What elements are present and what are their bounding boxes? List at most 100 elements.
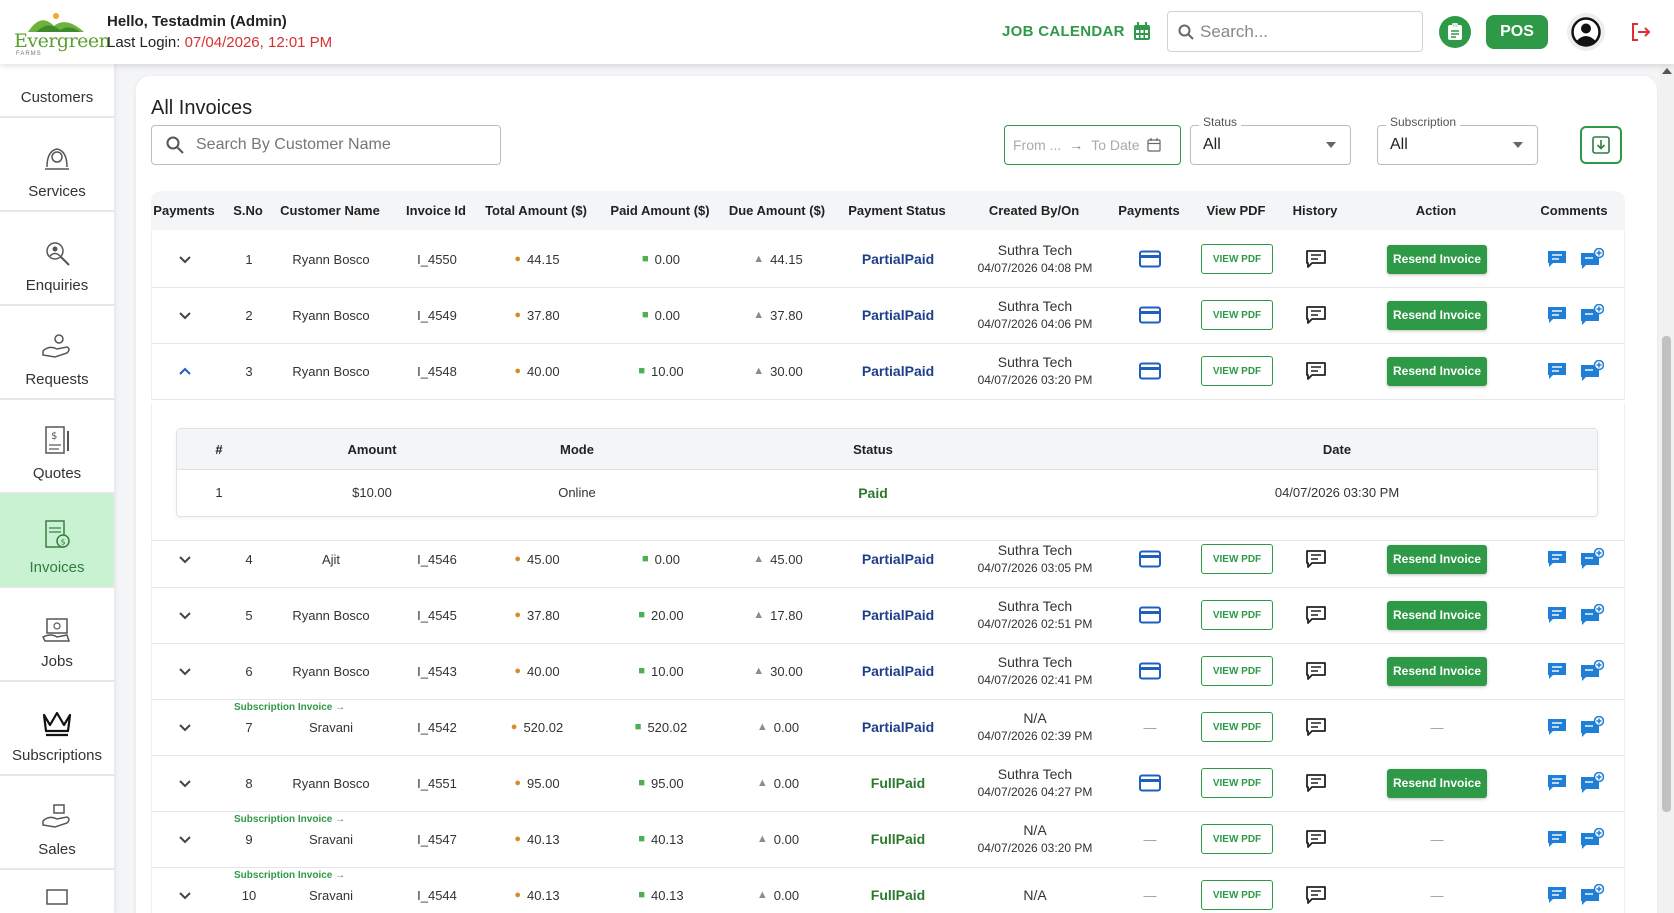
global-search-input[interactable] (1200, 21, 1400, 42)
sidebar-item-sales[interactable]: Sales (0, 776, 114, 870)
resend-invoice-button[interactable]: Resend Invoice (1387, 356, 1487, 386)
expand-toggle[interactable] (177, 286, 193, 344)
comment-view-button[interactable] (1547, 342, 1567, 400)
payments-action[interactable] (1139, 754, 1161, 812)
due-amount: ▲ 0.00 (757, 810, 799, 868)
view-pdf-button[interactable]: VIEW PDF (1201, 880, 1273, 910)
payments-action[interactable] (1139, 286, 1161, 344)
scroll-up-arrow-icon[interactable] (1662, 68, 1672, 74)
payments-action[interactable] (1139, 230, 1161, 288)
comment-view-button[interactable] (1547, 866, 1567, 913)
serial-number: 2 (245, 286, 252, 344)
expand-toggle[interactable] (177, 698, 193, 756)
resend-invoice-button[interactable]: Resend Invoice (1387, 768, 1487, 798)
comment-add-button[interactable] (1580, 342, 1604, 400)
view-pdf-button[interactable]: VIEW PDF (1201, 300, 1273, 330)
sidebar-item-subscriptions[interactable]: Subscriptions (0, 682, 114, 776)
view-pdf-button[interactable]: VIEW PDF (1201, 544, 1273, 574)
comment-add-button[interactable] (1580, 286, 1604, 344)
download-button[interactable] (1580, 126, 1622, 164)
expand-toggle[interactable] (177, 810, 193, 868)
comment-view-button[interactable] (1547, 698, 1567, 756)
view-pdf-button[interactable]: VIEW PDF (1201, 712, 1273, 742)
sidebar-item-jobs[interactable]: Jobs (0, 588, 114, 682)
expand-toggle[interactable] (177, 230, 193, 288)
comment-view-button[interactable] (1547, 586, 1567, 644)
comment-add-button[interactable] (1580, 698, 1604, 756)
sidebar-item-more[interactable] (0, 870, 114, 913)
subscription-select[interactable]: Subscription All (1377, 115, 1538, 165)
logout-icon[interactable] (1629, 20, 1653, 44)
history-cell[interactable] (1305, 286, 1327, 344)
customer-search-input[interactable] (196, 136, 486, 154)
view-pdf-button[interactable]: VIEW PDF (1201, 244, 1273, 274)
invoices-icon: $ (45, 520, 70, 548)
comment-add-button[interactable] (1580, 866, 1604, 913)
comment-add-button[interactable] (1580, 586, 1604, 644)
payments-action[interactable] (1139, 642, 1161, 700)
evergreen-logo[interactable]: Evergreen FARMS (14, 10, 111, 57)
sidebar-item-quotes[interactable]: $ Quotes (0, 400, 114, 494)
expand-toggle[interactable] (177, 754, 193, 812)
comment-view-button[interactable] (1547, 810, 1567, 868)
scrollbar-thumb[interactable] (1662, 336, 1671, 812)
view-pdf-button[interactable]: VIEW PDF (1201, 656, 1273, 686)
history-cell[interactable] (1305, 754, 1327, 812)
history-cell[interactable] (1305, 230, 1327, 288)
global-search[interactable] (1167, 11, 1423, 52)
comment-view-button[interactable] (1547, 230, 1567, 288)
sidebar-item-enquiries[interactable]: Enquiries (0, 212, 114, 306)
customer-name-text: Sravani (308, 719, 354, 735)
to-date-field[interactable]: To Date (1091, 137, 1139, 153)
sidebar-item-customers[interactable]: Customers (0, 64, 114, 118)
customer-search[interactable] (151, 125, 501, 165)
view-pdf-button[interactable]: VIEW PDF (1201, 600, 1273, 630)
expand-toggle[interactable] (177, 586, 193, 644)
view-pdf-button[interactable]: VIEW PDF (1201, 768, 1273, 798)
comment-view-button[interactable] (1547, 642, 1567, 700)
user-avatar[interactable] (1567, 13, 1605, 51)
from-date-field[interactable]: From ... (1013, 137, 1061, 153)
history-cell[interactable] (1305, 586, 1327, 644)
payments-action[interactable] (1139, 342, 1161, 400)
history-cell[interactable] (1305, 342, 1327, 400)
comment-add-button[interactable] (1580, 642, 1604, 700)
resend-invoice-button[interactable]: Resend Invoice (1387, 600, 1487, 630)
view-pdf-button[interactable]: VIEW PDF (1201, 824, 1273, 854)
status-select[interactable]: Status All (1190, 115, 1351, 165)
comment-icon (1548, 307, 1566, 323)
history-cell[interactable] (1305, 810, 1327, 868)
comment-add-button[interactable] (1580, 754, 1604, 812)
sidebar-item-invoices[interactable]: $ Invoices (0, 494, 114, 588)
sidebar-item-services[interactable]: Services (0, 118, 114, 212)
customer-name-text: Ryann Bosco (292, 663, 370, 679)
pos-button[interactable]: POS (1486, 15, 1548, 49)
comment-add-button[interactable] (1580, 230, 1604, 288)
resend-invoice-button[interactable]: Resend Invoice (1387, 544, 1487, 574)
expand-toggle[interactable] (177, 342, 193, 400)
expand-toggle[interactable] (177, 642, 193, 700)
sidebar-item-label: Quotes (32, 465, 82, 482)
comment-view-button[interactable] (1547, 754, 1567, 812)
comment-add-button[interactable] (1580, 810, 1604, 868)
add-comment-icon (1581, 604, 1604, 625)
view-pdf-button[interactable]: VIEW PDF (1201, 356, 1273, 386)
clipboard-button[interactable] (1439, 16, 1471, 48)
history-cell[interactable] (1305, 698, 1327, 756)
history-cell[interactable] (1305, 642, 1327, 700)
expand-toggle[interactable] (177, 866, 193, 913)
comment-view-button[interactable] (1547, 286, 1567, 344)
resend-invoice-button[interactable]: Resend Invoice (1387, 244, 1487, 274)
invoice-id-text: I_4548 (417, 363, 457, 379)
invoices-table-header: Payments S.No Customer Name Invoice Id T… (151, 191, 1625, 230)
date-range-picker[interactable]: From ... → To Date (1004, 125, 1181, 165)
job-calendar-link[interactable]: JOB CALENDAR (1002, 22, 1151, 41)
sidebar-item-requests[interactable]: Requests (0, 306, 114, 400)
resend-invoice-button[interactable]: Resend Invoice (1387, 656, 1487, 686)
resend-invoice-button[interactable]: Resend Invoice (1387, 300, 1487, 330)
created-by-on: Suthra Tech 04/07/2026 04:06 PM (978, 286, 1093, 344)
history-chat-icon (1306, 830, 1326, 848)
history-cell[interactable] (1305, 866, 1327, 913)
payments-action[interactable] (1139, 586, 1161, 644)
column-header: History (1292, 203, 1338, 218)
